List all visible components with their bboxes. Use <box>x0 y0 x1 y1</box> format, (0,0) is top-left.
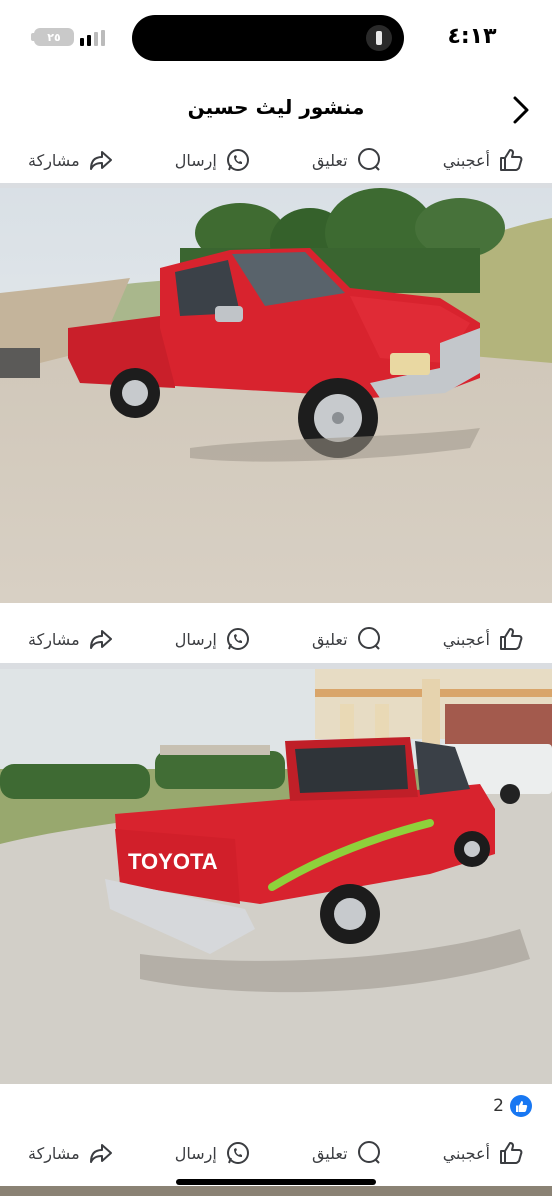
flashlight-icon <box>366 25 392 51</box>
comment-bubble-icon <box>357 627 380 650</box>
status-bar: ٢٥ ٤:١٣ <box>0 0 552 78</box>
comment-button-2[interactable]: تعليق <box>312 626 382 652</box>
send-button[interactable]: إرسال <box>175 147 251 173</box>
home-indicator[interactable] <box>176 1179 376 1185</box>
like-label: أعجبني <box>442 629 490 649</box>
send-label: إرسال <box>174 150 217 170</box>
share-arrow-icon <box>89 151 112 170</box>
share-label: مشاركة <box>28 629 80 649</box>
action-bar-2: مشاركة إرسال تعليق أعجبني <box>0 617 552 661</box>
status-time: ٤:١٣ <box>447 24 497 49</box>
whatsapp-icon <box>226 628 249 650</box>
post-header: منشور ليث حسين <box>0 80 552 140</box>
share-button-2[interactable]: مشاركة <box>28 626 114 652</box>
share-arrow-icon <box>89 630 112 649</box>
back-button[interactable] <box>504 90 536 130</box>
reaction-count: 2 <box>493 1096 504 1116</box>
send-label: إرسال <box>174 1143 217 1163</box>
page-title: منشور ليث حسين <box>187 95 365 119</box>
cellular-signal-icon <box>80 30 105 46</box>
like-button-3[interactable]: أعجبني <box>443 1140 524 1166</box>
like-label: أعجبني <box>442 150 490 170</box>
next-photo-preview <box>0 1186 552 1196</box>
chevron-icon <box>513 96 529 124</box>
share-label: مشاركة <box>28 1143 80 1163</box>
share-button-3[interactable]: مشاركة <box>28 1140 114 1166</box>
send-button-3[interactable]: إرسال <box>175 1140 251 1166</box>
red-pickup-front-photo[interactable] <box>0 188 552 603</box>
whatsapp-icon <box>226 149 249 171</box>
comment-label: تعليق <box>311 629 348 649</box>
like-button[interactable]: أعجبني <box>443 147 524 173</box>
thumbs-up-icon <box>500 628 523 650</box>
send-button-2[interactable]: إرسال <box>175 626 251 652</box>
thumbs-up-icon <box>500 1142 523 1164</box>
comment-bubble-icon <box>357 148 380 171</box>
battery-level: ٢٥ <box>47 30 61 44</box>
reaction-summary[interactable]: 2 <box>493 1095 532 1117</box>
action-bar-3: مشاركة إرسال تعليق أعجبني <box>0 1131 552 1175</box>
comment-label: تعليق <box>311 1143 348 1163</box>
share-label: مشاركة <box>28 150 80 170</box>
comment-button[interactable]: تعليق <box>312 147 382 173</box>
like-label: أعجبني <box>442 1143 490 1163</box>
comment-button-3[interactable]: تعليق <box>312 1140 382 1166</box>
red-pickup-rear-photo[interactable]: TOYOTA <box>0 669 552 1084</box>
battery-icon: ٢٥ <box>34 28 74 46</box>
whatsapp-icon <box>226 1142 249 1164</box>
send-label: إرسال <box>174 629 217 649</box>
action-bar-1: مشاركة إرسال تعليق أعجبني <box>0 138 552 182</box>
share-button[interactable]: مشاركة <box>28 147 114 173</box>
comment-label: تعليق <box>311 150 348 170</box>
share-arrow-icon <box>89 1144 112 1163</box>
dynamic-island <box>132 15 404 61</box>
thumbs-up-icon <box>500 149 523 171</box>
comment-bubble-icon <box>357 1141 380 1164</box>
tailgate-text: TOYOTA <box>128 849 218 874</box>
like-button-2[interactable]: أعجبني <box>443 626 524 652</box>
like-reaction-icon <box>510 1095 532 1117</box>
